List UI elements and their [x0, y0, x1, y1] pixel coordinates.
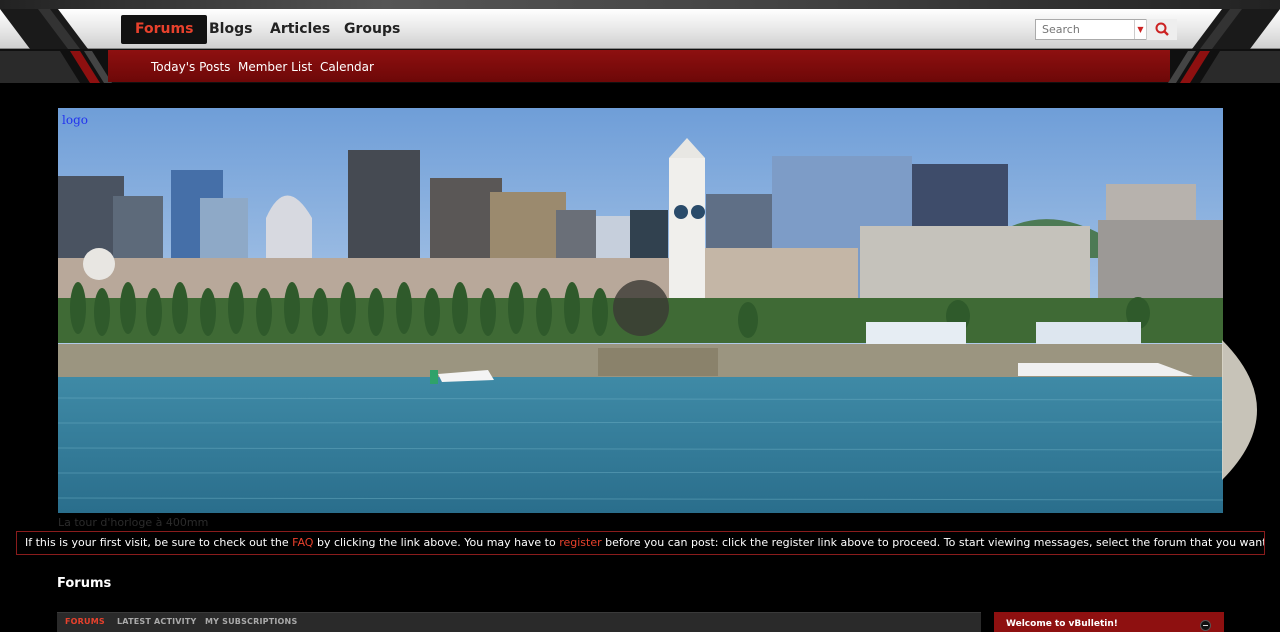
- main-navbar: Forums Blogs Articles Groups ▼: [0, 9, 1280, 49]
- welcome-title: Welcome to vBulletin!: [1006, 619, 1118, 629]
- notice-text: before you can post: click the register …: [605, 536, 1265, 549]
- sublink-member-list[interactable]: Member List: [238, 60, 312, 74]
- sublink-todays-posts[interactable]: Today's Posts: [151, 60, 230, 74]
- right-stripe-decor: [1192, 9, 1280, 49]
- logo-link[interactable]: logo: [62, 113, 88, 127]
- notice-text: by clicking the link above. You may have…: [313, 536, 560, 549]
- forum-tabs: FORUMS LATEST ACTIVITY MY SUBSCRIPTIONS: [57, 612, 981, 632]
- right-subbar-decor: [1168, 51, 1280, 83]
- left-stripe-decor: [0, 9, 88, 49]
- page-title: Forums: [57, 576, 112, 591]
- banner-image: [58, 108, 1223, 513]
- chevron-down-icon[interactable]: ▼: [1134, 20, 1146, 39]
- tab-latest-activity[interactable]: LATEST ACTIVITY: [117, 617, 197, 626]
- city-skyline-image: [58, 108, 1223, 513]
- search-input[interactable]: [1036, 20, 1134, 39]
- banner-caption: La tour d'horloge à 400mm: [58, 516, 209, 529]
- top-decor-strip: [0, 0, 1280, 9]
- sub-navbar: Today's Posts Member List Calendar: [0, 49, 1280, 83]
- banner-glow-edge: [1222, 340, 1257, 480]
- tab-forums-list[interactable]: FORUMS: [65, 617, 105, 626]
- welcome-widget-header: Welcome to vBulletin!: [994, 612, 1224, 632]
- search-icon: [1155, 22, 1169, 36]
- notice-text: If this is your first visit, be sure to …: [25, 536, 293, 549]
- sublink-calendar[interactable]: Calendar: [320, 60, 374, 74]
- search-button[interactable]: [1146, 19, 1177, 40]
- collapse-icon[interactable]: [1200, 620, 1211, 631]
- first-visit-notice: If this is your first visit, be sure to …: [16, 531, 1265, 555]
- tab-groups[interactable]: Groups: [330, 15, 414, 44]
- search-box: ▼: [1035, 19, 1177, 40]
- register-link[interactable]: register: [559, 536, 601, 549]
- tab-my-subscriptions[interactable]: MY SUBSCRIPTIONS: [205, 617, 297, 626]
- faq-link[interactable]: FAQ: [292, 536, 313, 549]
